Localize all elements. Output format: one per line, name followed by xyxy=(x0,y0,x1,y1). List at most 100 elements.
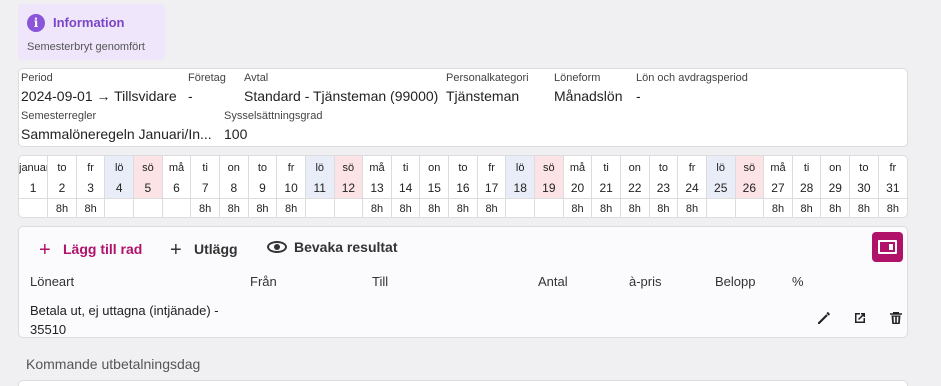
calendar-date[interactable]: 19 xyxy=(534,178,564,198)
calendar-hours[interactable] xyxy=(534,197,564,217)
calendar-hours[interactable]: 8h xyxy=(792,197,822,217)
calendar-date[interactable]: 21 xyxy=(591,178,621,198)
column-header-quantity[interactable]: Antal xyxy=(538,274,568,289)
calendar-date[interactable]: 24 xyxy=(677,178,707,198)
calendar-date[interactable]: 29 xyxy=(820,178,851,198)
salary-period-label: Lön och avdragsperiod xyxy=(636,72,748,84)
calendar-date[interactable]: 7 xyxy=(190,178,220,198)
calendar-date[interactable]: 15 xyxy=(419,178,450,198)
calendar-day-name: ti xyxy=(591,156,621,178)
calendar-date[interactable]: 2 xyxy=(47,178,77,198)
calendar-hours[interactable] xyxy=(305,197,335,217)
edit-icon[interactable] xyxy=(815,310,833,328)
calendar-date[interactable]: 26 xyxy=(735,178,765,198)
calendar-date[interactable]: 10 xyxy=(276,178,306,198)
calendar-hours[interactable] xyxy=(133,197,163,217)
calendar-date[interactable]: 12 xyxy=(334,178,364,198)
vacation-rules-field: Semesterregler Sammalöneregeln Januari/I… xyxy=(21,110,212,142)
calendar-dates-row: 1 2 3 4 5 6 7 8 9 10 11 12 13 14 15 16 17 18 19 20 21 22 23 24 2… xyxy=(19,178,907,198)
calendar-date[interactable]: 28 xyxy=(792,178,822,198)
calendar-date[interactable]: 20 xyxy=(563,178,593,198)
calendar-date[interactable]: 8 xyxy=(219,178,249,198)
calendar-hours[interactable] xyxy=(706,197,736,217)
wage-type-line2: 35510 xyxy=(30,322,67,337)
calendar-hours[interactable]: 8h xyxy=(448,197,478,217)
calendar-hours[interactable]: 8h xyxy=(47,197,77,217)
calendar-date[interactable]: 27 xyxy=(763,178,793,198)
month-calendar: januaritofrlösömåtiontofrlösömåtiontofrl… xyxy=(18,155,908,218)
calendar-hours[interactable]: 8h xyxy=(763,197,793,217)
column-header-percent[interactable]: % xyxy=(792,274,804,289)
calendar-day-name: on xyxy=(620,156,650,178)
calendar-date[interactable]: 18 xyxy=(505,178,536,198)
personnel-category-field: Personalkategori Tjänsteman xyxy=(446,72,529,104)
calendar-day-name: fr xyxy=(677,156,707,178)
calendar-date[interactable]: 30 xyxy=(849,178,879,198)
calendar-hours[interactable] xyxy=(334,197,364,217)
calendar-hours[interactable]: 8h xyxy=(591,197,621,217)
calendar-hours[interactable]: 8h xyxy=(248,197,278,217)
calendar-day-names-row: januaritofrlösömåtiontofrlösömåtiontofrl… xyxy=(19,156,907,178)
calendar-date[interactable]: 31 xyxy=(878,178,907,198)
add-row-button[interactable]: + Lägg till rad xyxy=(39,239,142,262)
calendar-hours[interactable] xyxy=(19,197,49,217)
calendar-hours[interactable]: 8h xyxy=(477,197,507,217)
calendar-date[interactable]: 1 xyxy=(19,178,49,198)
toggle-panel-button[interactable] xyxy=(872,232,903,262)
employment-rate-field: Sysselsättningsgrad 100 xyxy=(224,110,322,142)
calendar-date[interactable]: 4 xyxy=(104,178,135,198)
calendar-date[interactable]: 5 xyxy=(133,178,163,198)
calendar-day-name: lö xyxy=(305,156,335,178)
calendar-hours[interactable]: 8h xyxy=(276,197,306,217)
calendar-day-name: sö xyxy=(735,156,765,178)
personnel-category-value: Tjänsteman xyxy=(446,88,520,104)
open-external-icon[interactable] xyxy=(851,310,869,328)
calendar-hours[interactable] xyxy=(104,197,135,217)
column-header-unit-price[interactable]: à-pris xyxy=(629,274,662,289)
calendar-day-name: lö xyxy=(104,156,135,178)
calendar-hours[interactable]: 8h xyxy=(419,197,450,217)
calendar-date[interactable]: 16 xyxy=(448,178,478,198)
calendar-hours[interactable]: 8h xyxy=(190,197,220,217)
calendar-hours[interactable]: 8h xyxy=(563,197,593,217)
calendar-hours[interactable]: 8h xyxy=(76,197,106,217)
calendar-date[interactable]: 17 xyxy=(477,178,507,198)
calendar-hours[interactable]: 8h xyxy=(362,197,392,217)
company-value: - xyxy=(188,88,193,104)
column-header-amount[interactable]: Belopp xyxy=(715,274,755,289)
calendar-day-name: må xyxy=(162,156,192,178)
calendar-hours[interactable]: 8h xyxy=(620,197,650,217)
calendar-date[interactable]: 11 xyxy=(305,178,335,198)
calendar-hours[interactable] xyxy=(162,197,192,217)
delete-icon[interactable] xyxy=(887,310,905,328)
calendar-hours[interactable]: 8h xyxy=(219,197,249,217)
vacation-rules-label: Semesterregler xyxy=(21,110,97,122)
calendar-date[interactable]: 9 xyxy=(248,178,278,198)
calendar-date[interactable]: 14 xyxy=(391,178,421,198)
calendar-date[interactable]: 3 xyxy=(76,178,106,198)
calendar-hours[interactable]: 8h xyxy=(849,197,879,217)
watch-result-button[interactable]: Bevaka resultat xyxy=(267,239,398,255)
calendar-day-name: januari xyxy=(19,156,49,178)
calendar-day-name: fr xyxy=(477,156,507,178)
calendar-date[interactable]: 6 xyxy=(162,178,192,198)
calendar-hours[interactable]: 8h xyxy=(649,197,679,217)
calendar-date[interactable]: 22 xyxy=(620,178,650,198)
calendar-hours[interactable]: 8h xyxy=(391,197,421,217)
agreement-value: Standard - Tjänsteman (99000) xyxy=(244,88,439,104)
calendar-hours[interactable] xyxy=(735,197,765,217)
personnel-category-label: Personalkategori xyxy=(446,72,529,84)
calendar-hours[interactable]: 8h xyxy=(677,197,707,217)
salary-period-field: Lön och avdragsperiod - xyxy=(636,72,748,104)
calendar-date[interactable]: 25 xyxy=(706,178,736,198)
column-header-from[interactable]: Från xyxy=(250,274,277,289)
calendar-date[interactable]: 23 xyxy=(649,178,679,198)
calendar-hours[interactable]: 8h xyxy=(878,197,907,217)
calendar-hours[interactable]: 8h xyxy=(820,197,851,217)
expense-button[interactable]: + Utlägg xyxy=(170,239,238,262)
calendar-date[interactable]: 13 xyxy=(362,178,392,198)
calendar-day-name: ti xyxy=(391,156,421,178)
calendar-hours[interactable] xyxy=(505,197,536,217)
column-header-to[interactable]: Till xyxy=(372,274,388,289)
column-header-wage-type[interactable]: Löneart xyxy=(30,274,74,289)
